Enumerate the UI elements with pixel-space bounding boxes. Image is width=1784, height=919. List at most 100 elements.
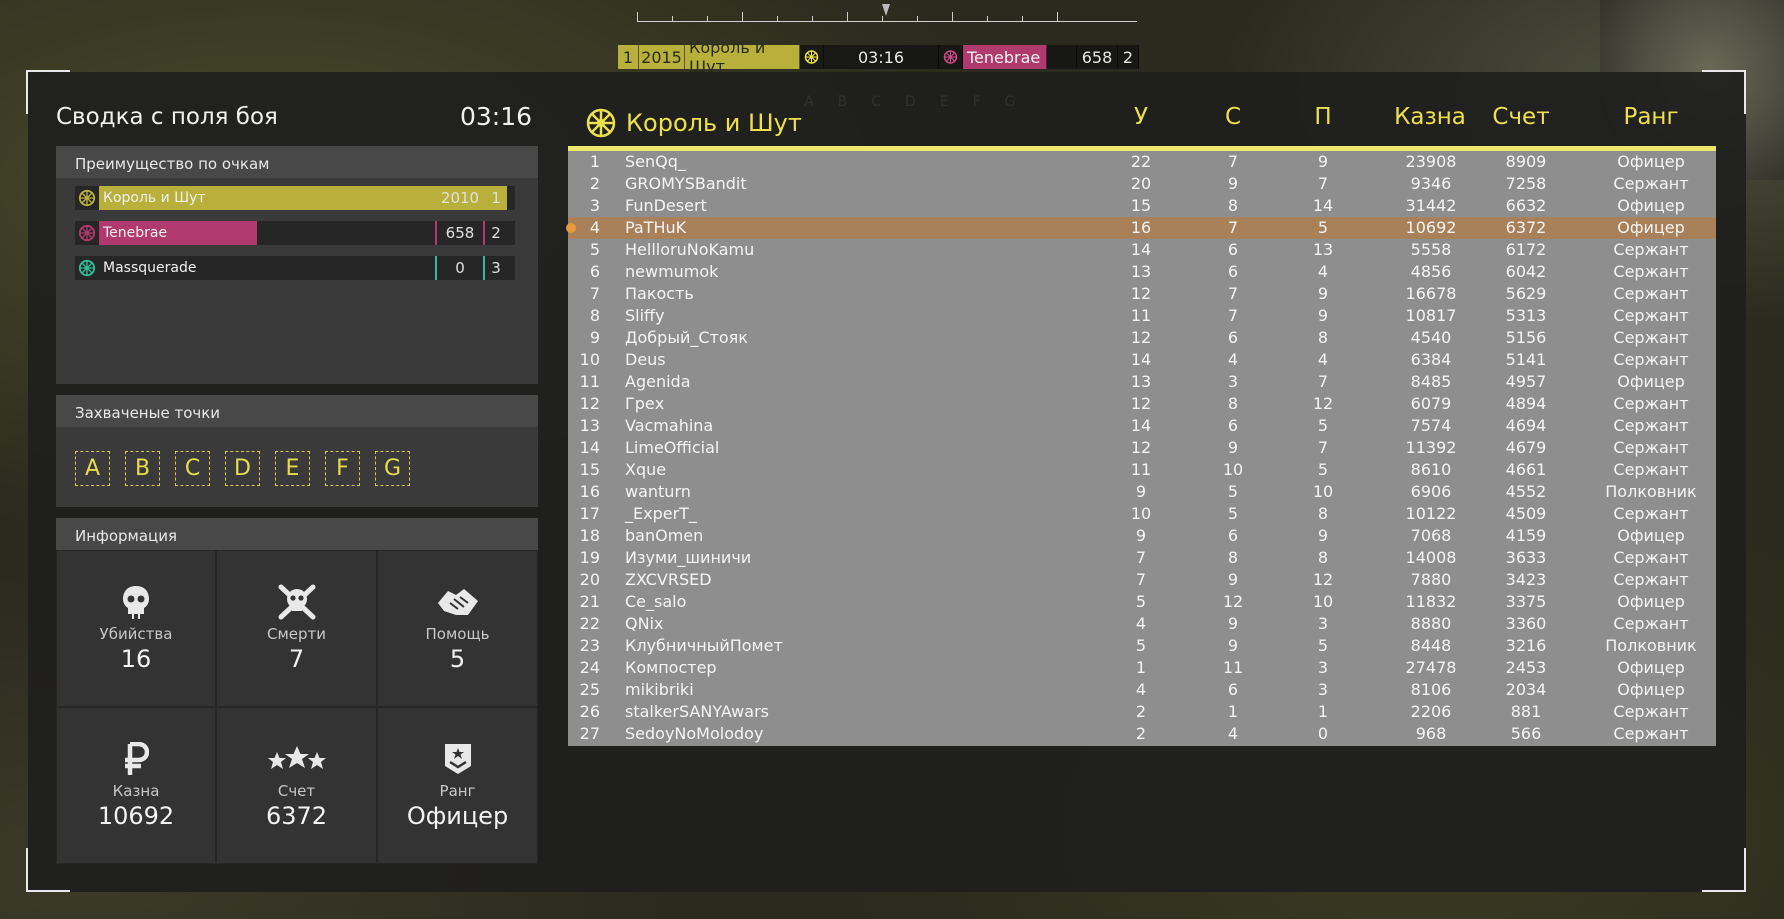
hud-team1-name: Король и Шут — [685, 38, 800, 76]
kills-cell: 16 — [1130, 218, 1152, 237]
rank-cell: Офицер — [1617, 592, 1685, 611]
rank-cell: Сержант — [1613, 438, 1689, 457]
assists-cell: 7 — [1317, 438, 1329, 457]
col-rank[interactable]: Ранг — [1576, 104, 1726, 130]
table-row[interactable]: 20 ZXCVRSED 7 9 12 7880 3423 Сержант — [568, 569, 1716, 591]
kills-cell: 5 — [1135, 592, 1147, 611]
table-row[interactable]: 14 LimeOfficial 12 9 7 11392 4679 Сержант — [568, 437, 1716, 459]
player-name: Vacmahina — [625, 416, 714, 435]
col-money[interactable]: Казна — [1375, 104, 1485, 130]
player-name: GROMYSBandit — [625, 174, 747, 193]
table-row[interactable]: 7 Пакость 12 7 9 16678 5629 Сержант — [568, 283, 1716, 305]
kills-cell: 4 — [1135, 680, 1147, 699]
deaths-cell: 6 — [1227, 262, 1239, 281]
assists-cell: 3 — [1317, 680, 1329, 699]
money-cell: 8448 — [1410, 636, 1452, 655]
kills-cell: 4 — [1135, 614, 1147, 633]
rank-value: Офицер — [406, 802, 509, 830]
money-cell: 8485 — [1410, 372, 1452, 391]
table-row[interactable]: 12 Грех 12 8 12 6079 4894 Сержант — [568, 393, 1716, 415]
compass-tick — [637, 12, 638, 22]
deaths-cell: 6 — [1227, 526, 1239, 545]
table-row-current-player[interactable]: 4 PaTHuK 16 7 5 10692 6372 Офицер — [566, 217, 1716, 239]
rank-cell: Офицер — [1617, 196, 1685, 215]
rank-cell: Сержант — [1613, 394, 1689, 413]
row-number: 11 — [579, 372, 600, 391]
table-row[interactable]: 19 Изуми_шиничи 7 8 8 14008 3633 Сержант — [568, 547, 1716, 569]
table-row[interactable]: 15 Xque 11 10 5 8610 4661 Сержант — [568, 459, 1716, 481]
table-row[interactable]: 27 SedoyNoMolodoy 2 4 0 968 566 Сержант — [568, 723, 1716, 745]
table-row[interactable]: 26 stalkerSANYAwars 2 1 1 2206 881 Сержант — [568, 701, 1716, 723]
assists-value: 5 — [449, 645, 466, 673]
kills-label: Убийства — [99, 625, 173, 643]
player-name: Пакость — [625, 284, 694, 303]
assists-cell: 9 — [1317, 284, 1329, 303]
table-row[interactable]: 22 QNix 4 9 3 8880 3360 Сержант — [568, 613, 1716, 635]
table-row[interactable]: 17 _ExperT_ 10 5 8 10122 4509 Сержант — [568, 503, 1716, 525]
deaths-cell: 8 — [1227, 196, 1239, 215]
kills-cell: 13 — [1130, 262, 1152, 281]
table-row[interactable]: 21 Ce_salo 5 12 10 11832 3375 Офицер — [568, 591, 1716, 613]
player-name: Agenida — [625, 372, 691, 391]
table-row[interactable]: 24 Компостер 1 11 3 27478 2453 Офицер — [568, 657, 1716, 679]
table-row[interactable]: 25 mikibriki 4 6 3 8106 2034 Офицер — [568, 679, 1716, 701]
col-score[interactable]: Счет — [1481, 104, 1561, 130]
kills-stat: Убийства 16 — [56, 550, 216, 707]
row-number: 18 — [579, 526, 600, 545]
kills-cell: 22 — [1130, 152, 1152, 171]
table-row[interactable]: 11 Agenida 13 3 7 8485 4957 Офицер — [568, 371, 1716, 393]
row-number: 4 — [589, 218, 600, 237]
player-name: Изуми_шиничи — [625, 548, 752, 567]
hud-team2-name: Tenebrae — [963, 45, 1047, 69]
rank-cell: Офицер — [1617, 372, 1685, 391]
capture-point: B — [125, 451, 160, 486]
table-row[interactable]: 2 GROMYSBandit 20 9 7 9346 7258 Сержант — [568, 173, 1716, 195]
table-row[interactable]: 5 HellloruNoKamu 14 6 13 5558 6172 Сержант — [568, 239, 1716, 261]
table-row[interactable]: 23 КлубничныйПомет 5 9 5 8448 3216 Полковник — [568, 635, 1716, 657]
money-cell: 5558 — [1410, 240, 1452, 259]
kills-cell: 9 — [1135, 526, 1147, 545]
col-deaths[interactable]: С — [1208, 104, 1258, 130]
player-name: Xque — [625, 460, 667, 479]
advantage-score: 0 — [435, 256, 483, 280]
assists-cell: 8 — [1317, 328, 1329, 347]
row-number: 6 — [589, 262, 600, 281]
col-kills[interactable]: У — [1116, 104, 1166, 130]
rank-cell: Офицер — [1617, 658, 1685, 677]
score-cell: 4159 — [1505, 526, 1547, 545]
money-cell: 11832 — [1405, 592, 1457, 611]
rank-badge-icon — [443, 740, 473, 778]
compass — [637, 0, 1137, 24]
table-row[interactable]: 3 FunDesert 15 8 14 31442 6632 Офицер — [568, 195, 1716, 217]
table-row[interactable]: 8 Sliffy 11 7 9 10817 5313 Сержант — [568, 305, 1716, 327]
rank-cell: Сержант — [1613, 306, 1689, 325]
col-assists[interactable]: П — [1298, 104, 1348, 130]
score-label: Счет — [277, 782, 316, 800]
score-cell: 4694 — [1505, 416, 1547, 435]
rank-cell: Сержант — [1613, 416, 1689, 435]
table-row[interactable]: 16 wanturn 9 5 10 6906 4552 Полковник — [568, 481, 1716, 503]
table-row[interactable]: 1 SenQq_ 22 7 9 23908 8909 Офицер — [568, 151, 1716, 173]
money-cell: 7068 — [1410, 526, 1452, 545]
assists-stat: Помощь 5 — [377, 550, 538, 707]
advantage-score: 658 — [435, 221, 483, 245]
info-heading: Информация — [56, 518, 538, 550]
table-row[interactable]: 6 newmumok 13 6 4 4856 6042 Сержант — [568, 261, 1716, 283]
stars-icon — [266, 740, 328, 778]
money-cell: 14008 — [1405, 548, 1457, 567]
kills-cell: 12 — [1130, 328, 1152, 347]
capture-point: E — [275, 451, 310, 486]
rank-stat: Ранг Офицер — [377, 707, 538, 864]
money-cell: 23908 — [1405, 152, 1457, 171]
table-row[interactable]: 10 Deus 14 4 4 6384 5141 Сержант — [568, 349, 1716, 371]
player-name: Грех — [625, 394, 665, 413]
table-row[interactable]: 9 Добрый_Стояк 12 6 8 4540 5156 Сержант — [568, 327, 1716, 349]
score-cell: 8909 — [1505, 152, 1547, 171]
hud-team2-bar — [1047, 45, 1077, 69]
money-stat: Казна 10692 — [56, 707, 216, 864]
table-row[interactable]: 18 banOmen 9 6 9 7068 4159 Офицер — [568, 525, 1716, 547]
advantage-row: Massquerade 0 3 — [75, 256, 515, 280]
score-cell: 2034 — [1505, 680, 1547, 699]
info-panel: Информация Убийства 16 Смерти 7 Помощь 5 — [56, 518, 538, 864]
table-row[interactable]: 13 Vacmahina 14 6 5 7574 4694 Сержант — [568, 415, 1716, 437]
